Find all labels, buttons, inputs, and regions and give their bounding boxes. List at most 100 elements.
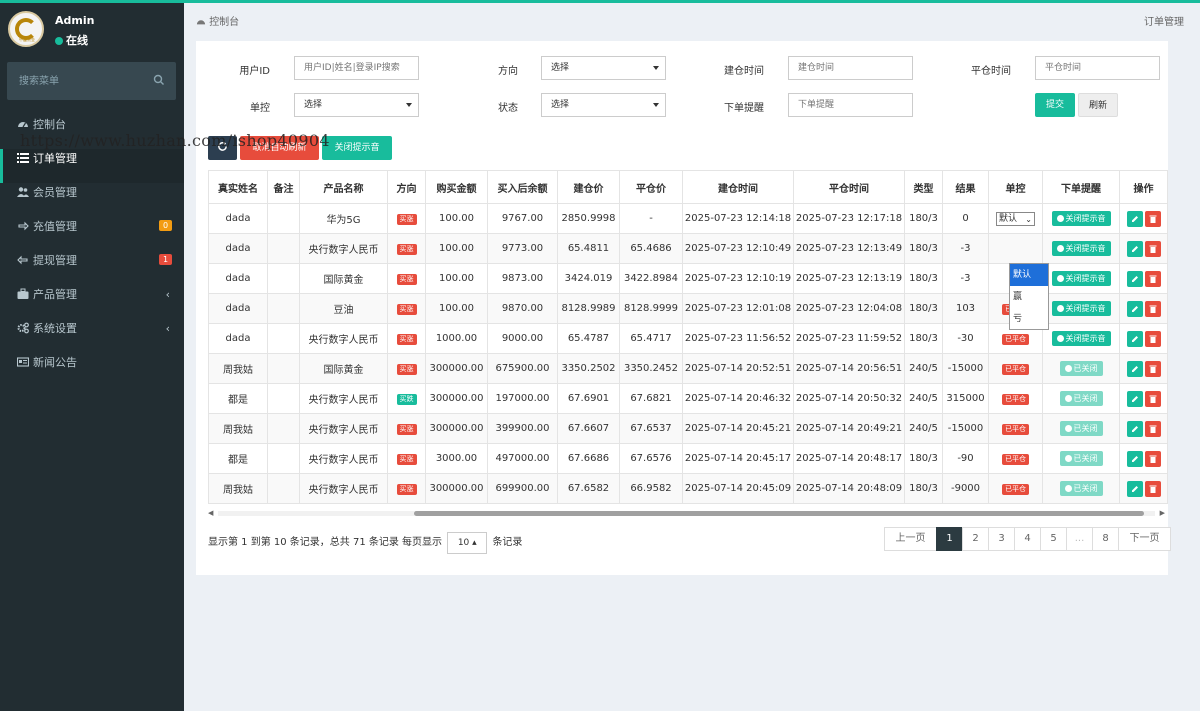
balance-cell: 197000.00: [487, 383, 558, 414]
sidebar-item-withdraw[interactable]: 提现管理 1: [0, 251, 184, 285]
dropdown-option[interactable]: 亏: [1010, 308, 1048, 330]
reset-button[interactable]: 刷新: [1078, 93, 1118, 117]
order-alert-input[interactable]: [788, 93, 913, 117]
direction-select[interactable]: 选择: [541, 56, 666, 80]
product-name-cell: 央行数字人民币: [299, 233, 388, 264]
delete-button[interactable]: [1144, 240, 1161, 257]
product-name-cell: 央行数字人民币: [299, 473, 388, 504]
prev-page-button[interactable]: 上一页: [884, 527, 937, 551]
column-header[interactable]: 平仓时间: [793, 170, 905, 204]
sidebar-item-recharge[interactable]: 充值管理 0: [0, 217, 184, 251]
column-header[interactable]: 方向: [387, 170, 426, 204]
page-button[interactable]: 2: [962, 527, 989, 551]
column-header[interactable]: 结果: [942, 170, 989, 204]
column-header[interactable]: 下单提醒: [1042, 170, 1120, 204]
close-time-input[interactable]: [1035, 56, 1160, 80]
submit-button[interactable]: 提交: [1035, 93, 1075, 117]
delete-button[interactable]: [1144, 300, 1161, 317]
edit-button[interactable]: [1126, 450, 1143, 467]
closed-position-badge: 已平仓: [1002, 453, 1029, 465]
delete-button[interactable]: [1144, 360, 1161, 377]
column-header[interactable]: 产品名称: [299, 170, 388, 204]
sidebar-item-products[interactable]: 产品管理 ‹: [0, 285, 184, 319]
delete-button[interactable]: [1144, 480, 1161, 497]
circle-icon: [1064, 455, 1072, 462]
edit-button[interactable]: [1126, 390, 1143, 407]
alert-toggle-button[interactable]: 关闭提示音: [1051, 301, 1111, 316]
horizontal-scrollbar[interactable]: ◀ ▶: [208, 508, 1165, 518]
column-header[interactable]: 建仓价: [557, 170, 620, 204]
control-select[interactable]: 默认 ⌄: [996, 211, 1035, 226]
alert-toggle-button[interactable]: 关闭提示音: [1051, 211, 1111, 226]
sidebar-item-label: 系统设置: [33, 322, 77, 335]
page-button[interactable]: 4: [1014, 527, 1041, 551]
delete-button[interactable]: [1144, 390, 1161, 407]
edit-button[interactable]: [1126, 480, 1143, 497]
column-header[interactable]: 平仓价: [619, 170, 683, 204]
column-header[interactable]: 建仓时间: [682, 170, 794, 204]
sidebar-item-settings[interactable]: 系统设置 ‹: [0, 319, 184, 353]
circle-icon: [1064, 425, 1072, 432]
table-row[interactable]: dada 华为5G 买涨 100.00 9767.00 2850.9998-2025-07…: [208, 203, 1168, 234]
control-select[interactable]: 选择: [294, 93, 419, 117]
table-row[interactable]: 周我姑 央行数字人民币 买涨 300000.00 399900.00 67.6607 67.…: [208, 413, 1168, 444]
breadcrumb[interactable]: 控制台: [196, 13, 239, 28]
edit-button[interactable]: [1126, 270, 1143, 287]
dropdown-option[interactable]: 默认: [1010, 264, 1048, 286]
sidebar-item-orders[interactable]: 订单管理: [0, 149, 184, 183]
page-button[interactable]: 5: [1040, 527, 1067, 551]
column-header[interactable]: 操作: [1119, 170, 1168, 204]
user-id-input[interactable]: [294, 56, 419, 80]
delete-button[interactable]: [1144, 330, 1161, 347]
alert-toggle-button[interactable]: 关闭提示音: [1051, 241, 1111, 256]
edit-button[interactable]: [1126, 330, 1143, 347]
delete-button[interactable]: [1144, 210, 1161, 227]
close-sound-button[interactable]: 关闭提示音: [322, 136, 392, 160]
page-button[interactable]: 1: [936, 527, 963, 551]
edit-button[interactable]: [1126, 210, 1143, 227]
delete-button[interactable]: [1144, 450, 1161, 467]
alert-toggle-button[interactable]: 关闭提示音: [1051, 331, 1111, 346]
closed-position-badge: 已平仓: [1002, 363, 1029, 375]
avatar[interactable]: 中鑫贵金: [8, 11, 44, 47]
alert-toggle-button[interactable]: 关闭提示音: [1051, 271, 1111, 286]
list-icon: [17, 153, 29, 163]
page-button[interactable]: 8: [1092, 527, 1119, 551]
recharge-count-badge: 0: [159, 220, 172, 231]
cancel-auto-refresh-button[interactable]: 取消自动刷新: [240, 136, 319, 160]
table-row[interactable]: 都是 央行数字人民币 买跌 300000.00 197000.00 67.6901 67.6…: [208, 383, 1168, 414]
edit-button[interactable]: [1126, 420, 1143, 437]
sidebar-item-news[interactable]: 新闻公告: [0, 353, 184, 387]
column-header[interactable]: 购买金额: [425, 170, 488, 204]
chevron-left-icon: ‹: [165, 288, 170, 301]
edit-button[interactable]: [1126, 300, 1143, 317]
sidebar-item-members[interactable]: 会员管理: [0, 183, 184, 217]
sidebar-item-dashboard[interactable]: 控制台: [0, 115, 184, 149]
next-page-button[interactable]: 下一页: [1118, 527, 1171, 551]
dropdown-option[interactable]: 赢: [1010, 286, 1048, 308]
delete-button[interactable]: [1144, 420, 1161, 437]
table-row[interactable]: 都是 央行数字人民币 买涨 3000.00 497000.00 67.6686 67.657…: [208, 443, 1168, 474]
column-header[interactable]: 备注: [267, 170, 300, 204]
delete-button[interactable]: [1144, 270, 1161, 287]
scrollbar-thumb[interactable]: [414, 511, 1144, 516]
user-status: 在线: [55, 32, 88, 48]
open-time-input[interactable]: [788, 56, 913, 80]
status-select[interactable]: 选择: [541, 93, 666, 117]
column-header[interactable]: 单控: [988, 170, 1043, 204]
scroll-left-icon[interactable]: ◀: [208, 509, 213, 517]
table-row[interactable]: 周我姑 国际黄金 买涨 300000.00 675900.00 3350.2502 3350…: [208, 353, 1168, 384]
column-header[interactable]: 真实姓名: [208, 170, 268, 204]
scroll-right-icon[interactable]: ▶: [1160, 509, 1165, 517]
search-icon[interactable]: [152, 73, 166, 87]
page-button[interactable]: 3: [988, 527, 1015, 551]
refresh-button[interactable]: [208, 136, 237, 160]
edit-button[interactable]: [1126, 360, 1143, 377]
table-row[interactable]: dada 央行数字人民币 买涨 100.00 9773.00 65.4811 65.4686…: [208, 233, 1168, 264]
sidebar-search-input[interactable]: [7, 62, 147, 100]
column-header[interactable]: 类型: [904, 170, 943, 204]
column-header[interactable]: 买入后余额: [487, 170, 558, 204]
table-row[interactable]: 周我姑 央行数字人民币 买涨 300000.00 699900.00 67.6582 66.…: [208, 473, 1168, 504]
page-size-select[interactable]: 10 ▴: [447, 532, 488, 554]
edit-button[interactable]: [1126, 240, 1143, 257]
